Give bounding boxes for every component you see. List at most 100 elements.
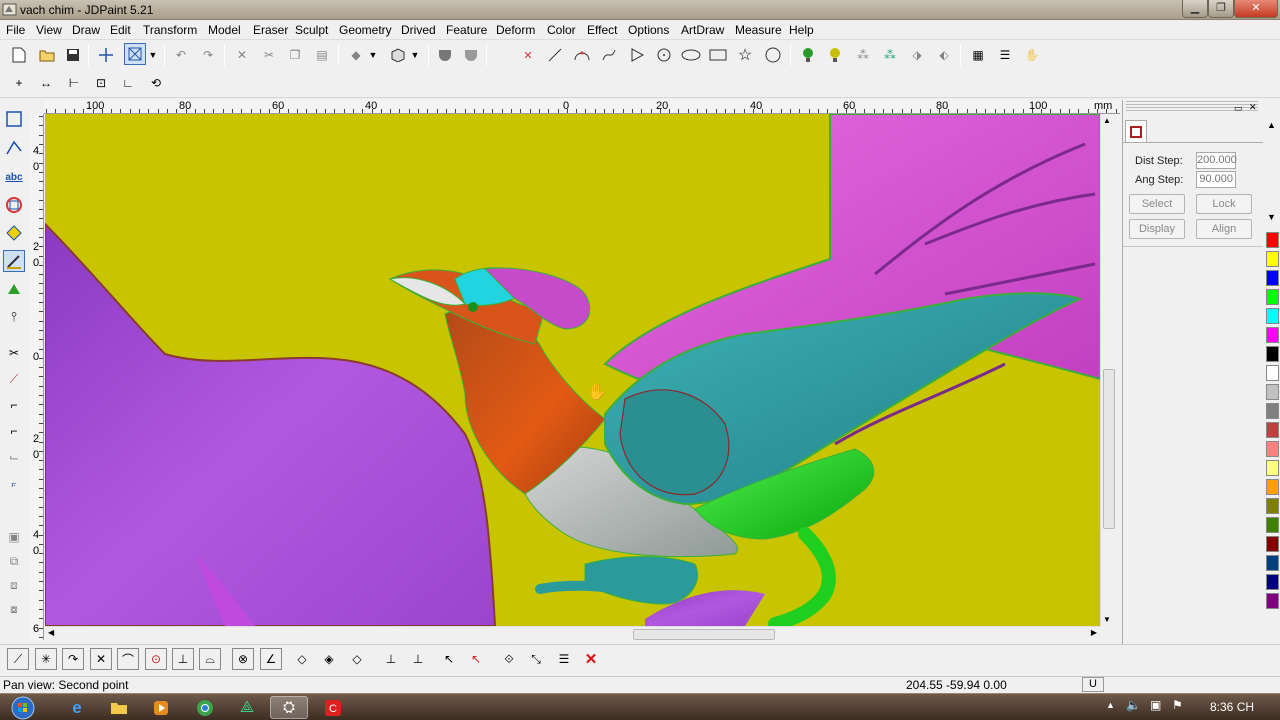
color-swatch[interactable]: [1266, 555, 1279, 571]
light-set-icon[interactable]: ⁂: [879, 44, 901, 66]
tray-flag-icon[interactable]: ⚑: [1172, 698, 1183, 712]
transform-node-icon[interactable]: ⟐: [498, 648, 520, 670]
bound-box-icon[interactable]: ⊡: [90, 72, 112, 94]
group-icon[interactable]: ▣: [3, 526, 25, 548]
color-swatch[interactable]: [1266, 498, 1279, 514]
panel-close-icon[interactable]: ✕: [1249, 102, 1257, 113]
corner-icon[interactable]: ⌐: [3, 394, 25, 416]
crosshair-icon[interactable]: [95, 44, 117, 66]
bottom-curve-icon[interactable]: ↷: [62, 648, 84, 670]
scroll-up-icon[interactable]: ▲: [1103, 116, 1111, 125]
menu-file[interactable]: File: [4, 22, 27, 38]
ellipse-icon[interactable]: [680, 44, 702, 66]
bottom-angle-icon[interactable]: ∠: [260, 648, 282, 670]
node-diamond-add-icon[interactable]: ◈: [318, 648, 340, 670]
point-icon[interactable]: ✕: [517, 44, 539, 66]
color-swatch[interactable]: [1266, 232, 1279, 248]
menu-color[interactable]: Color: [545, 22, 578, 38]
menu-options[interactable]: Options: [626, 22, 671, 38]
bottom-arc-icon[interactable]: ⌒: [117, 648, 139, 670]
line-icon[interactable]: [544, 44, 566, 66]
circle-icon[interactable]: [653, 44, 675, 66]
extend-icon[interactable]: ⟋: [3, 368, 25, 390]
star-icon[interactable]: ☆: [734, 44, 756, 66]
vertical-scroll-thumb[interactable]: [1103, 369, 1115, 529]
cancel-red-icon[interactable]: ✕: [580, 648, 602, 670]
split-icon[interactable]: ⧇: [3, 598, 25, 620]
rectangle-icon[interactable]: [707, 44, 729, 66]
relief-icon[interactable]: [3, 278, 25, 300]
bottom-star-icon[interactable]: ✳: [35, 648, 57, 670]
app-green-icon[interactable]: ⟁: [228, 696, 266, 719]
menu-deform[interactable]: Deform: [494, 22, 537, 38]
menu-transform[interactable]: Transform: [141, 22, 199, 38]
list-icon[interactable]: ☰: [553, 648, 575, 670]
color-swatch[interactable]: [1266, 384, 1279, 400]
trim-icon[interactable]: ✂: [3, 342, 25, 364]
scroll-right-icon[interactable]: ▶: [1091, 628, 1097, 637]
add-point-icon[interactable]: +: [8, 72, 30, 94]
paste-icon[interactable]: ▤: [311, 44, 333, 66]
drawing-canvas[interactable]: ✋: [45, 114, 1100, 626]
bottom-tangent-icon[interactable]: ⌓: [199, 648, 221, 670]
menu-feature[interactable]: Feature: [444, 22, 489, 38]
delete-icon[interactable]: ✕: [231, 44, 253, 66]
dimension-icon[interactable]: ↔: [35, 72, 57, 94]
color-swatch[interactable]: [1266, 574, 1279, 590]
color-swatch[interactable]: [1266, 517, 1279, 533]
sculpt-pen-icon[interactable]: [3, 250, 25, 272]
menu-help[interactable]: Help: [787, 22, 816, 38]
select-dropdown-icon[interactable]: ▼: [146, 44, 160, 66]
minimize-button[interactable]: ▁: [1182, 0, 1208, 18]
pan-hand-icon[interactable]: ✋: [1021, 44, 1043, 66]
fill-icon[interactable]: [3, 222, 25, 244]
menu-drived[interactable]: Drived: [399, 22, 438, 38]
combine-icon[interactable]: ⧈: [3, 574, 25, 596]
jdpaint-task-icon[interactable]: ⛭: [270, 696, 308, 719]
color-swatch[interactable]: [1266, 270, 1279, 286]
color-swatch[interactable]: [1266, 422, 1279, 438]
display-button[interactable]: Display: [1129, 219, 1185, 239]
polygon-circle-icon[interactable]: [762, 44, 784, 66]
menu-eraser[interactable]: Eraser: [251, 22, 290, 38]
pick-icon[interactable]: ↖: [438, 648, 460, 670]
scroll-left-icon[interactable]: ◀: [48, 628, 54, 637]
angle-icon[interactable]: ∟: [117, 72, 139, 94]
bottom-line-icon[interactable]: ⟋: [7, 648, 29, 670]
color-swatch[interactable]: [1266, 346, 1279, 362]
align-bottom-icon[interactable]: ⊥: [380, 648, 402, 670]
save-icon[interactable]: [62, 44, 84, 66]
menu-effect[interactable]: Effect: [585, 22, 619, 38]
color-swatch[interactable]: [1266, 460, 1279, 476]
bottom-perp-icon[interactable]: ⊥: [172, 648, 194, 670]
tray-expand-icon[interactable]: ▲: [1106, 700, 1115, 710]
arc-icon[interactable]: [571, 44, 593, 66]
offset-icon[interactable]: [3, 194, 25, 216]
move-node-icon[interactable]: ⤡: [525, 648, 547, 670]
lock-button[interactable]: Lock: [1196, 194, 1252, 214]
fillet-icon[interactable]: ⌐: [3, 420, 25, 442]
explorer-icon[interactable]: [100, 696, 138, 719]
clock[interactable]: 8:36 CH: [1210, 700, 1254, 714]
vertical-scrollbar[interactable]: ▲ ▼: [1100, 114, 1117, 626]
chamfer-icon[interactable]: ⌙: [3, 446, 25, 468]
color-swatch[interactable]: [1266, 365, 1279, 381]
horizontal-scrollbar[interactable]: ◀ ▶: [45, 626, 1100, 642]
bottom-grid-point-icon[interactable]: ⊗: [232, 648, 254, 670]
light-off-icon[interactable]: ⬖: [933, 44, 955, 66]
measure-icon[interactable]: ⫯: [3, 306, 25, 328]
menu-sculpt[interactable]: Sculpt: [293, 22, 330, 38]
open-folder-icon[interactable]: [36, 44, 58, 66]
spline-icon[interactable]: [598, 44, 620, 66]
panel-float-icon[interactable]: ▭: [1234, 103, 1243, 114]
chrome-icon[interactable]: [186, 696, 224, 719]
select-button[interactable]: Select: [1129, 194, 1185, 214]
shading-alt-icon[interactable]: [460, 44, 482, 66]
ungroup-icon[interactable]: ⧉: [3, 550, 25, 572]
light-yellow-icon[interactable]: [824, 44, 846, 66]
close-button[interactable]: ✕: [1234, 0, 1278, 18]
color-swatch[interactable]: [1266, 308, 1279, 324]
select-node-icon[interactable]: [3, 108, 25, 130]
menu-draw[interactable]: Draw: [70, 22, 102, 38]
horizontal-scroll-thumb[interactable]: [633, 629, 775, 640]
